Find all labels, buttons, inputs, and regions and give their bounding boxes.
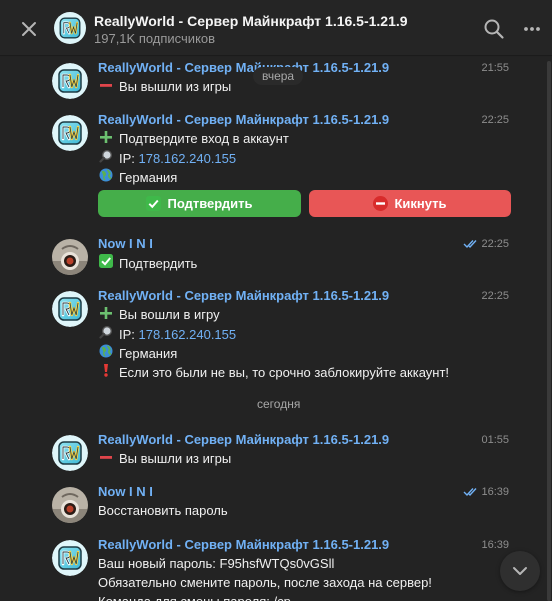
message-time: 16:39 — [481, 486, 509, 498]
scrollbar[interactable] — [547, 61, 551, 601]
message-line: Восстановить пароль — [98, 503, 228, 518]
channel-title[interactable]: ReallyWorld - Сервер Майнкрафт 1.16.5-1.… — [94, 13, 408, 29]
sender-avatar[interactable] — [52, 435, 88, 471]
message-line: Подтвердить — [98, 254, 197, 272]
kick-button[interactable]: Кикнуть — [309, 190, 511, 217]
minus-emoji-icon — [98, 450, 114, 468]
sender-name[interactable]: ReallyWorld - Сервер Майнкрафт 1.16.5-1.… — [98, 288, 389, 303]
message-line: Подтвердите вход в аккаунт — [98, 130, 289, 148]
message-line: Вы вышли из игры — [98, 450, 231, 468]
message-time: 01:55 — [481, 434, 509, 446]
sender-avatar[interactable] — [52, 540, 88, 576]
message-time: 21:55 — [481, 62, 509, 74]
message-line: Вы вошли в игру — [98, 306, 220, 324]
close-icon[interactable] — [18, 18, 40, 40]
message-line: IP: 178.162.240.155 — [98, 149, 236, 167]
sender-name[interactable]: ReallyWorld - Сервер Майнкрафт 1.16.5-1.… — [98, 432, 389, 447]
minus-emoji-icon — [98, 78, 114, 96]
check-emoji-icon — [146, 196, 162, 211]
globe-emoji-icon — [98, 344, 114, 363]
magnifier-emoji-icon — [98, 325, 114, 344]
date-separator: сегодня — [257, 397, 301, 411]
chevron-down-icon — [513, 567, 527, 575]
message-time: 22:25 — [481, 114, 509, 126]
magnifier-emoji-icon — [98, 149, 114, 168]
plus-emoji-icon — [98, 130, 114, 148]
subscriber-count: 197,1K подписчиков — [94, 31, 216, 46]
message-list[interactable]: ReallyWorld - Сервер Майнкрафт 1.16.5-1.… — [0, 57, 552, 601]
message-line: Команда для смены пароля: /cp — [98, 593, 291, 601]
channel-avatar[interactable] — [54, 12, 86, 44]
message-time: 22:25 — [481, 290, 509, 302]
sender-name[interactable]: ReallyWorld - Сервер Майнкрафт 1.16.5-1.… — [98, 537, 389, 552]
check-emoji-icon — [98, 254, 114, 273]
globe-emoji-icon — [98, 168, 114, 187]
ip-link[interactable]: 178.162.240.155 — [139, 327, 237, 342]
message-line: Германия — [98, 168, 177, 186]
sender-name[interactable]: Now I N I — [98, 484, 153, 499]
message-line: Германия — [98, 344, 177, 362]
sender-name[interactable]: ReallyWorld - Сервер Майнкрафт 1.16.5-1.… — [98, 60, 389, 75]
sender-avatar[interactable] — [52, 115, 88, 151]
sender-avatar[interactable] — [52, 63, 88, 99]
more-vertical-icon[interactable] — [520, 17, 544, 41]
message-line: Ваш новый пароль: F95hsfWTQs0vGSll — [98, 556, 335, 571]
sender-avatar[interactable] — [52, 487, 88, 523]
message-line: Если это были не вы, то срочно заблокиру… — [98, 363, 449, 381]
confirm-button[interactable]: Подтвердить — [98, 190, 301, 217]
message-line: IP: 178.162.240.155 — [98, 325, 236, 343]
date-separator: вчера — [253, 67, 304, 85]
message-line: Вы вышли из игры — [98, 78, 231, 96]
message-line: Обязательно смените пароль, после захода… — [98, 575, 432, 590]
chat-header: ReallyWorld - Сервер Майнкрафт 1.16.5-1.… — [0, 0, 552, 56]
scroll-down-button[interactable] — [500, 551, 540, 591]
sender-name[interactable]: ReallyWorld - Сервер Майнкрафт 1.16.5-1.… — [98, 112, 389, 127]
sender-avatar[interactable] — [52, 291, 88, 327]
message-time: 22:25 — [481, 238, 509, 250]
sender-name[interactable]: Now I N I — [98, 236, 153, 251]
search-icon[interactable] — [482, 17, 506, 41]
ip-link[interactable]: 178.162.240.155 — [139, 151, 237, 166]
double-check-icon — [463, 240, 477, 249]
message-time: 16:39 — [481, 539, 509, 551]
plus-emoji-icon — [98, 306, 114, 324]
no-entry-emoji-icon — [373, 196, 389, 211]
exclamation-emoji-icon — [98, 363, 114, 382]
double-check-icon — [463, 488, 477, 497]
sender-avatar[interactable] — [52, 239, 88, 275]
